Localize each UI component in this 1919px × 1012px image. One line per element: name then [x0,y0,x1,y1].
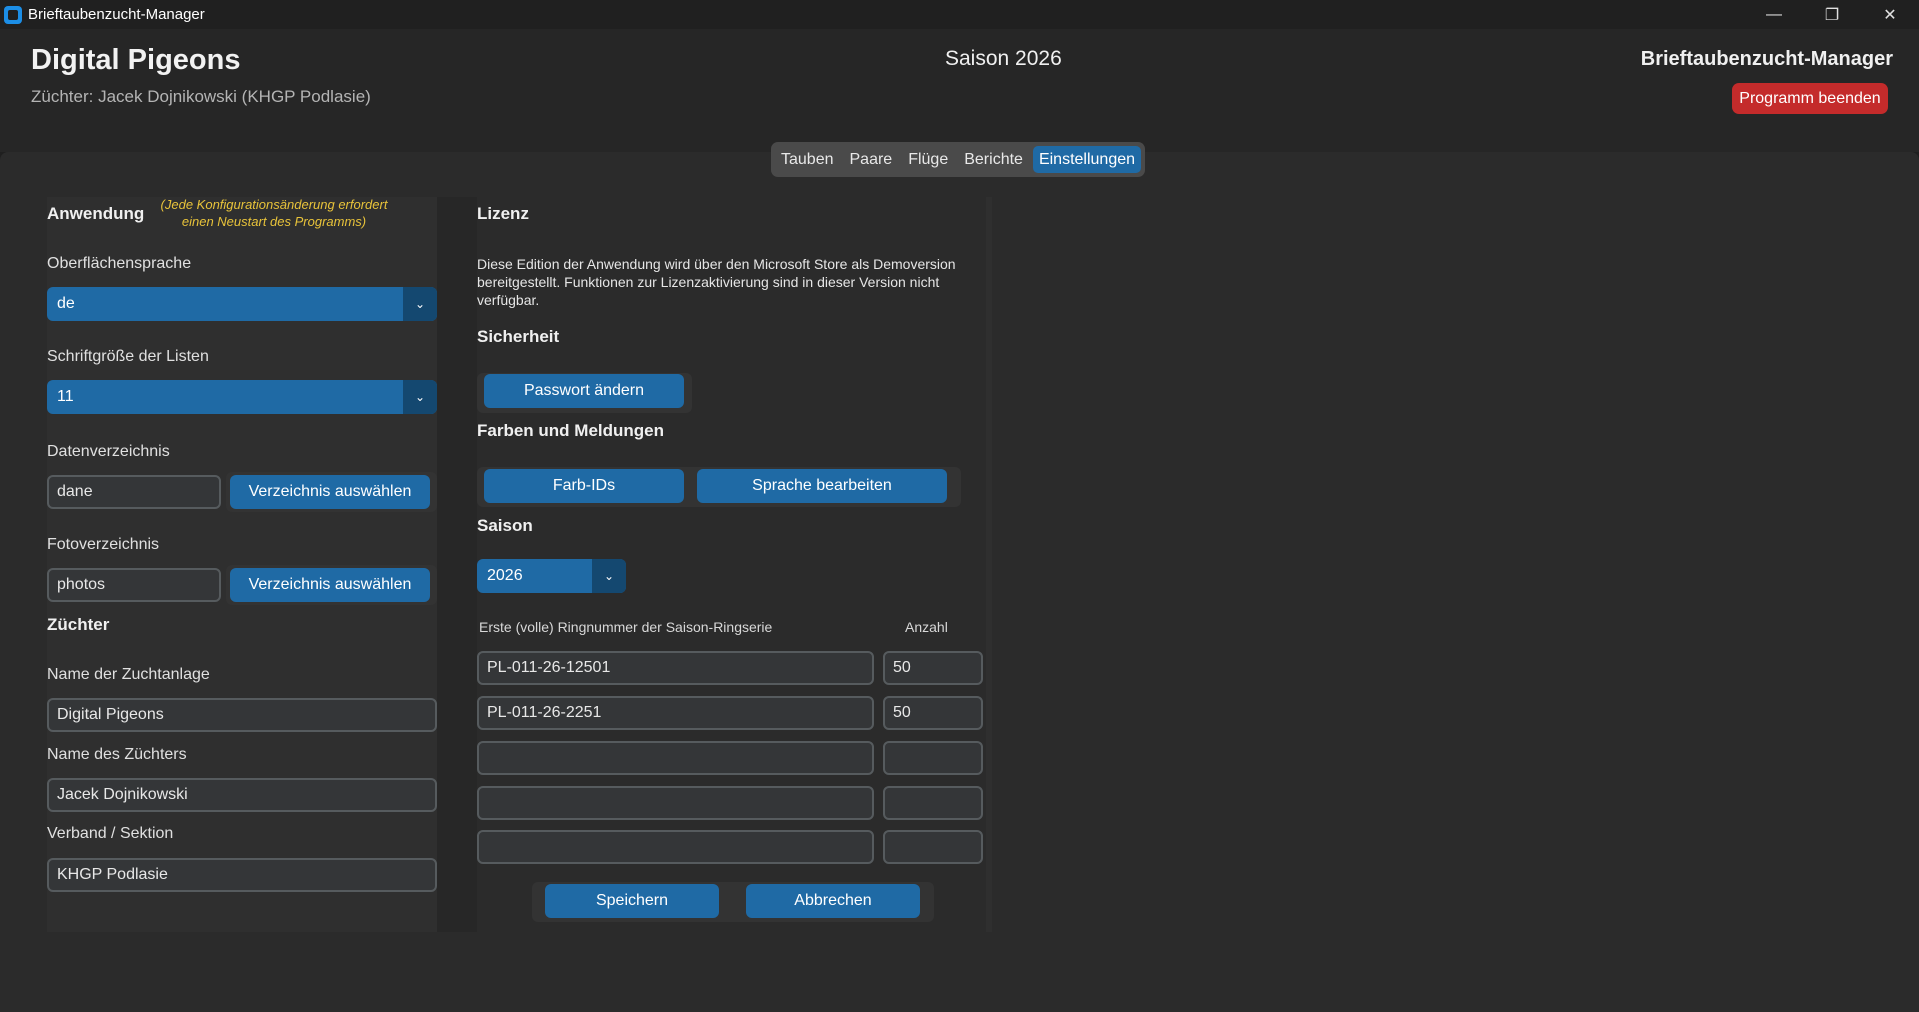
restart-hint-line1: (Jede Konfigurationsänderung erfordert [160,197,388,212]
restart-hint: (Jede Konfigurationsänderung erfordert e… [146,196,402,230]
ring-count-input[interactable] [883,651,983,685]
window-title: Brieftaubenzucht-Manager [28,6,205,23]
edit-language-button[interactable]: Sprache bearbeiten [697,469,947,503]
ring-number-input[interactable] [477,696,874,730]
datadir-browse-button[interactable]: Verzeichnis auswählen [230,475,430,509]
language-label: Oberflächensprache [47,255,192,272]
count-column-label: Anzahl [905,619,948,635]
photodir-browse-button[interactable]: Verzeichnis auswählen [230,568,430,602]
ring-column-label: Erste (volle) Ringnummer der Saison-Ring… [479,619,773,635]
ring-number-input[interactable] [477,741,874,775]
tab-tauben[interactable]: Tauben [775,146,840,173]
breeder-subtitle: Züchter: Jacek Dojnikowski (KHGP Podlasi… [31,87,371,106]
loft-name-input[interactable] [47,698,437,732]
breeder-name-input[interactable] [47,778,437,812]
colors-messages-section-title: Farben und Meldungen [477,421,664,440]
license-section-title: Lizenz [477,204,529,223]
ring-count-input[interactable] [883,741,983,775]
change-password-button[interactable]: Passwort ändern [484,374,684,408]
app-name: Brieftaubenzucht-Manager [1640,48,1893,70]
tab-bar: Tauben Paare Flüge Berichte Einstellunge… [771,142,1146,177]
breeder-name-label: Name des Züchters [47,746,187,763]
security-section-title: Sicherheit [477,327,560,346]
license-text-line1: Diese Edition der Anwendung wird über de… [477,256,956,272]
language-dropdown[interactable]: de ⌄ [47,287,437,321]
license-text: Diese Edition der Anwendung wird über de… [477,255,997,309]
maximize-icon[interactable]: ❐ [1803,0,1861,29]
app-header: Digital Pigeons Züchter: Jacek Dojnikows… [0,29,1919,152]
season-section-title: Saison [477,516,533,535]
save-button[interactable]: Speichern [545,884,719,918]
ring-number-input[interactable] [477,786,874,820]
app-icon [4,5,22,24]
license-text-line3: verfügbar. [477,292,540,308]
fontsize-label: Schriftgröße der Listen [47,348,209,365]
color-ids-button[interactable]: Farb-IDs [484,469,684,503]
ring-number-input[interactable] [477,830,874,864]
window-controls: — ❐ ✕ [1745,0,1919,29]
ring-count-input[interactable] [883,830,983,864]
loft-name-label: Name der Zuchtanlage [47,666,210,683]
ring-count-input[interactable] [883,786,983,820]
quit-button[interactable]: Programm beenden [1732,83,1888,114]
tab-fluege[interactable]: Flüge [902,146,954,173]
photodir-label: Fotoverzeichnis [47,536,160,553]
ring-number-input[interactable] [477,651,874,685]
season-year-dropdown[interactable]: 2026 ⌄ [477,559,626,593]
chevron-down-icon[interactable]: ⌄ [592,559,626,593]
chevron-down-icon[interactable]: ⌄ [403,380,437,414]
datadir-input[interactable] [47,475,221,509]
language-value: de [57,295,75,312]
club-input[interactable] [47,858,437,892]
tab-paare[interactable]: Paare [844,146,899,173]
tab-einstellungen[interactable]: Einstellungen [1032,146,1142,173]
application-section-title: Anwendung [47,204,145,223]
photodir-input[interactable] [47,568,221,602]
left-panel-scrollbar[interactable] [437,197,477,932]
fontsize-value: 11 [57,388,74,405]
main-area: Tauben Paare Flüge Berichte Einstellunge… [0,142,1919,1012]
fontsize-dropdown[interactable]: 11 ⌄ [47,380,437,414]
cancel-button[interactable]: Abbrechen [746,884,920,918]
title-bar: Brieftaubenzucht-Manager — ❐ ✕ [0,0,1919,29]
close-icon[interactable]: ✕ [1861,0,1919,29]
brand-title: Digital Pigeons [31,44,241,76]
club-label: Verband / Sektion [47,825,174,842]
datadir-label: Datenverzeichnis [47,443,170,460]
season-title: Saison 2026 [945,47,1062,70]
breeder-section-title: Züchter [47,615,110,634]
chevron-down-icon[interactable]: ⌄ [403,287,437,321]
license-text-line2: bereitgestellt. Funktionen zur Lizenzakt… [477,274,940,290]
ring-count-input[interactable] [883,696,983,730]
minimize-icon[interactable]: — [1745,0,1803,29]
restart-hint-line2: einen Neustart des Programms) [181,214,367,229]
season-year-value: 2026 [487,567,523,584]
tab-berichte[interactable]: Berichte [958,146,1029,173]
